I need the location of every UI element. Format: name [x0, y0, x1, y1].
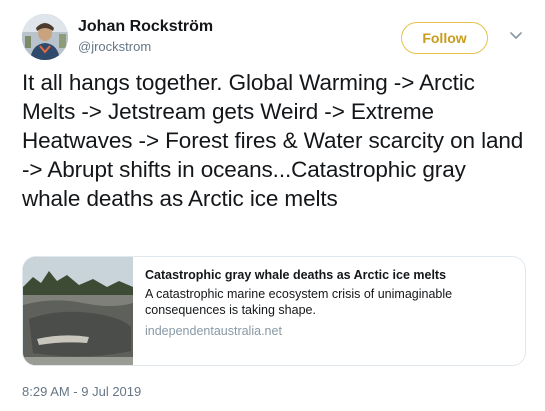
link-card[interactable]: Catastrophic gray whale deaths as Arctic… [22, 256, 526, 366]
card-title: Catastrophic gray whale deaths as Arctic… [145, 268, 447, 282]
follow-button[interactable]: Follow [401, 22, 488, 54]
avatar-image [22, 14, 68, 60]
card-domain: independentaustralia.net [145, 324, 282, 338]
card-description: A catastrophic marine ecosystem crisis o… [145, 287, 453, 317]
author-handle[interactable]: @jrockstrom [78, 39, 151, 54]
author-name[interactable]: Johan Rockström [78, 18, 213, 36]
card-body: Catastrophic gray whale deaths as Arctic… [133, 257, 525, 365]
tweet: Johan Rockström @jrockstrom Follow It al… [0, 0, 545, 411]
avatar[interactable] [22, 14, 68, 60]
tweet-text: It all hangs together. Global Warming ->… [22, 70, 524, 211]
chevron-down-icon[interactable] [508, 28, 524, 44]
card-thumbnail [23, 257, 133, 365]
tweet-timestamp[interactable]: 8:29 AM - 9 Jul 2019 [22, 384, 141, 399]
